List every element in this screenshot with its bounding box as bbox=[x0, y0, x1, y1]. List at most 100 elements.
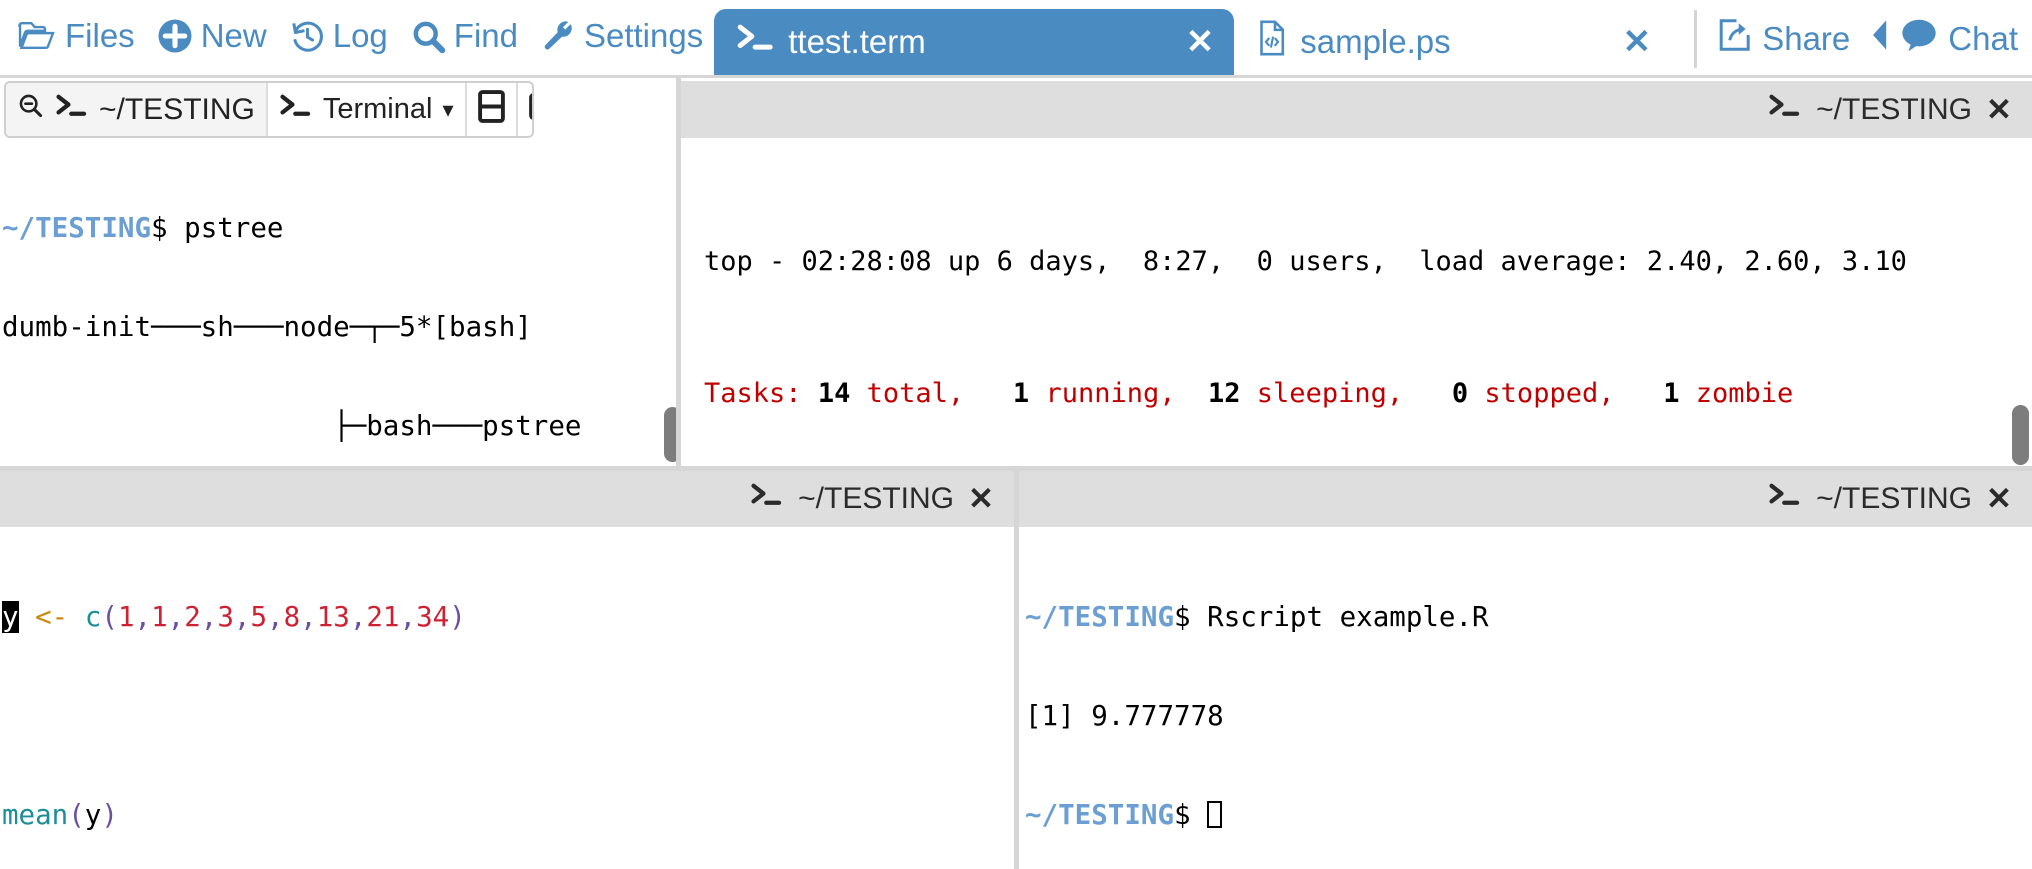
top-uptime-line: top - 02:28:08 up 6 days, 8:27, 0 users,… bbox=[704, 246, 1907, 277]
prompt-text: ~/TESTING bbox=[2, 212, 152, 244]
menu-item-log[interactable]: Log bbox=[278, 0, 399, 75]
vi-line-2: mean(y) bbox=[2, 799, 1014, 832]
top-menu-bar: Files New Log Find Settings ttest.term ✕… bbox=[0, 0, 2032, 78]
menu-item-log-label: Log bbox=[332, 17, 388, 54]
vi-line-blank bbox=[2, 700, 1014, 733]
tab-ttest-term-label: ttest.term bbox=[788, 23, 926, 60]
terminal-top-left[interactable]: ~/TESTING$ pstree dumb-init───sh───node─… bbox=[0, 142, 676, 466]
terminal-line: dumb-init───sh───node─┬─5*[bash] bbox=[2, 311, 532, 343]
vi-line-1: y <- c(1,1,2,3,5,8,13,21,34) bbox=[2, 601, 466, 633]
tasks-running-value: 1 bbox=[1012, 378, 1030, 409]
wrench-icon bbox=[540, 18, 576, 54]
terminal-bottom-right[interactable]: ~/TESTING$ Rscript example.R [1] 9.77777… bbox=[1019, 531, 2032, 869]
history-clock-icon bbox=[289, 18, 325, 54]
vi-assign-operator: <- bbox=[35, 601, 69, 633]
tab-sample-ps-close-icon[interactable]: ✕ bbox=[1623, 22, 1652, 62]
tab-ttest-term[interactable]: ttest.term ✕ bbox=[714, 9, 1235, 75]
terminal-prompt-icon bbox=[736, 23, 776, 61]
vi-paren-close: ) bbox=[101, 799, 118, 831]
pane-title-top-right-label: ~/TESTING bbox=[1816, 92, 1973, 126]
vi-function-name: c bbox=[84, 601, 102, 633]
plus-circle-icon bbox=[157, 18, 193, 54]
tasks-running-label: running, bbox=[1045, 378, 1176, 409]
top-right-actions: Share Chat bbox=[1684, 0, 2032, 78]
prompt-dollar: $ bbox=[1174, 799, 1208, 831]
share-box-icon bbox=[1717, 17, 1753, 61]
tab-sample-ps[interactable]: sample.ps ✕ bbox=[1234, 9, 1671, 75]
pane-title-bottom-right: ~/TESTING ✕ bbox=[1019, 471, 2032, 527]
vi-number: 2 bbox=[184, 601, 201, 633]
terminal-line: [1] 9.777778 bbox=[1025, 700, 1224, 732]
terminal-type-dropdown[interactable]: Terminal ▾ bbox=[268, 83, 467, 136]
menu-item-new[interactable]: New bbox=[146, 0, 278, 75]
tasks-total-value: 14 bbox=[817, 378, 851, 409]
split-horizontal-button[interactable] bbox=[467, 83, 518, 136]
cocalc-terminal-window: Files New Log Find Settings ttest.term ✕… bbox=[0, 0, 2032, 869]
pane-path-label: ~/TESTING bbox=[99, 92, 255, 126]
chevron-down-icon: ▾ bbox=[442, 96, 454, 122]
menu-item-files[interactable]: Files bbox=[6, 0, 146, 75]
command-text: Rscript example.R bbox=[1207, 601, 1489, 633]
chevron-left-icon bbox=[1870, 18, 1890, 60]
magnifier-minus-icon bbox=[17, 92, 45, 128]
vi-function-name: mean bbox=[2, 799, 69, 831]
tasks-sleeping-value: 12 bbox=[1208, 378, 1241, 409]
terminal-line: ~/TESTING$ bbox=[1025, 799, 2032, 832]
prompt-dollar: $ bbox=[1174, 601, 1208, 633]
vi-number: 8 bbox=[283, 601, 301, 633]
pane-title-bottom-right-close-icon[interactable]: ✕ bbox=[1986, 481, 2012, 517]
file-tabs: ttest.term ✕ sample.ps ✕ bbox=[714, 0, 1671, 75]
tasks-stopped-value: 0 bbox=[1451, 378, 1469, 409]
terminal-pane-toolbar: ~/TESTING Terminal ▾ ✕ bbox=[4, 81, 534, 138]
terminal-top-right[interactable]: top - 02:28:08 up 6 days, 8:27, 0 users,… bbox=[700, 142, 2032, 466]
terminal-bottom-left-vi[interactable]: y <- c(1,1,2,3,5,8,13,21,34) mean(y) ~ ~… bbox=[0, 531, 1014, 869]
pane-path-button[interactable]: ~/TESTING bbox=[6, 83, 268, 136]
vi-status-line: 1,1 All bbox=[0, 834, 1014, 868]
share-button[interactable]: Share bbox=[1707, 17, 1860, 61]
vi-number: 1 bbox=[151, 601, 168, 633]
pane-title-top-right-close-icon[interactable]: ✕ bbox=[1986, 92, 2012, 128]
pane-title-top-right: ~/TESTING ✕ bbox=[679, 81, 2032, 138]
pane-separator-vertical-top[interactable] bbox=[676, 78, 681, 466]
tasks-stopped-label: stopped, bbox=[1484, 378, 1615, 409]
scrollbar-top-right[interactable] bbox=[2012, 405, 2029, 465]
split-vertical-icon bbox=[528, 92, 532, 127]
vi-number: 5 bbox=[250, 601, 267, 633]
tab-ttest-term-close-icon[interactable]: ✕ bbox=[1186, 22, 1215, 62]
chat-button[interactable]: Chat bbox=[1860, 18, 2028, 60]
menu-item-find[interactable]: Find bbox=[399, 0, 529, 75]
terminal-line: ├─bash───pstree bbox=[2, 410, 582, 442]
tasks-sleeping-label: sleeping, bbox=[1256, 378, 1404, 409]
terminal-prompt-icon bbox=[1768, 93, 1802, 127]
menu-item-find-label: Find bbox=[453, 17, 518, 54]
pane-title-bottom-right-label: ~/TESTING bbox=[1816, 482, 1973, 515]
pane-separator-vertical-bottom[interactable] bbox=[1014, 471, 1019, 869]
split-vertical-button[interactable] bbox=[518, 83, 532, 136]
terminal-line: ~/TESTING$ Rscript example.R bbox=[1025, 601, 2032, 634]
menu-item-files-label: Files bbox=[65, 17, 135, 54]
vi-number: 3 bbox=[217, 601, 234, 633]
vi-variable: y bbox=[84, 799, 102, 831]
vi-cursor-char: y bbox=[2, 601, 19, 633]
prompt-text: ~/TESTING bbox=[1025, 799, 1175, 831]
menu-item-settings-label: Settings bbox=[583, 17, 704, 54]
pane-title-bottom-left: ~/TESTING ✕ bbox=[0, 471, 1014, 527]
prompt-text: ~/TESTING bbox=[1025, 601, 1175, 633]
terminal-prompt-icon bbox=[1768, 482, 1802, 516]
magnifier-icon bbox=[410, 18, 446, 54]
pane-title-bottom-left-close-icon[interactable]: ✕ bbox=[968, 481, 994, 517]
terminal-prompt-icon bbox=[279, 93, 313, 127]
menu-item-new-label: New bbox=[200, 17, 267, 54]
tasks-zombie-label: zombie bbox=[1695, 378, 1794, 409]
vi-paren-open: ( bbox=[68, 799, 85, 831]
command-text: pstree bbox=[184, 212, 284, 244]
pane-title-bottom-left-label: ~/TESTING bbox=[798, 482, 955, 515]
main-menu-group: Files New Log Find Settings bbox=[0, 0, 714, 75]
toolbar-divider bbox=[1694, 10, 1698, 68]
menu-item-settings[interactable]: Settings bbox=[529, 0, 714, 75]
vi-number: 21 bbox=[366, 601, 400, 633]
prompt-dollar: $ bbox=[151, 212, 185, 244]
terminal-prompt-icon bbox=[55, 93, 89, 127]
terminal-prompt-icon bbox=[750, 482, 784, 516]
folder-open-icon bbox=[17, 20, 57, 52]
